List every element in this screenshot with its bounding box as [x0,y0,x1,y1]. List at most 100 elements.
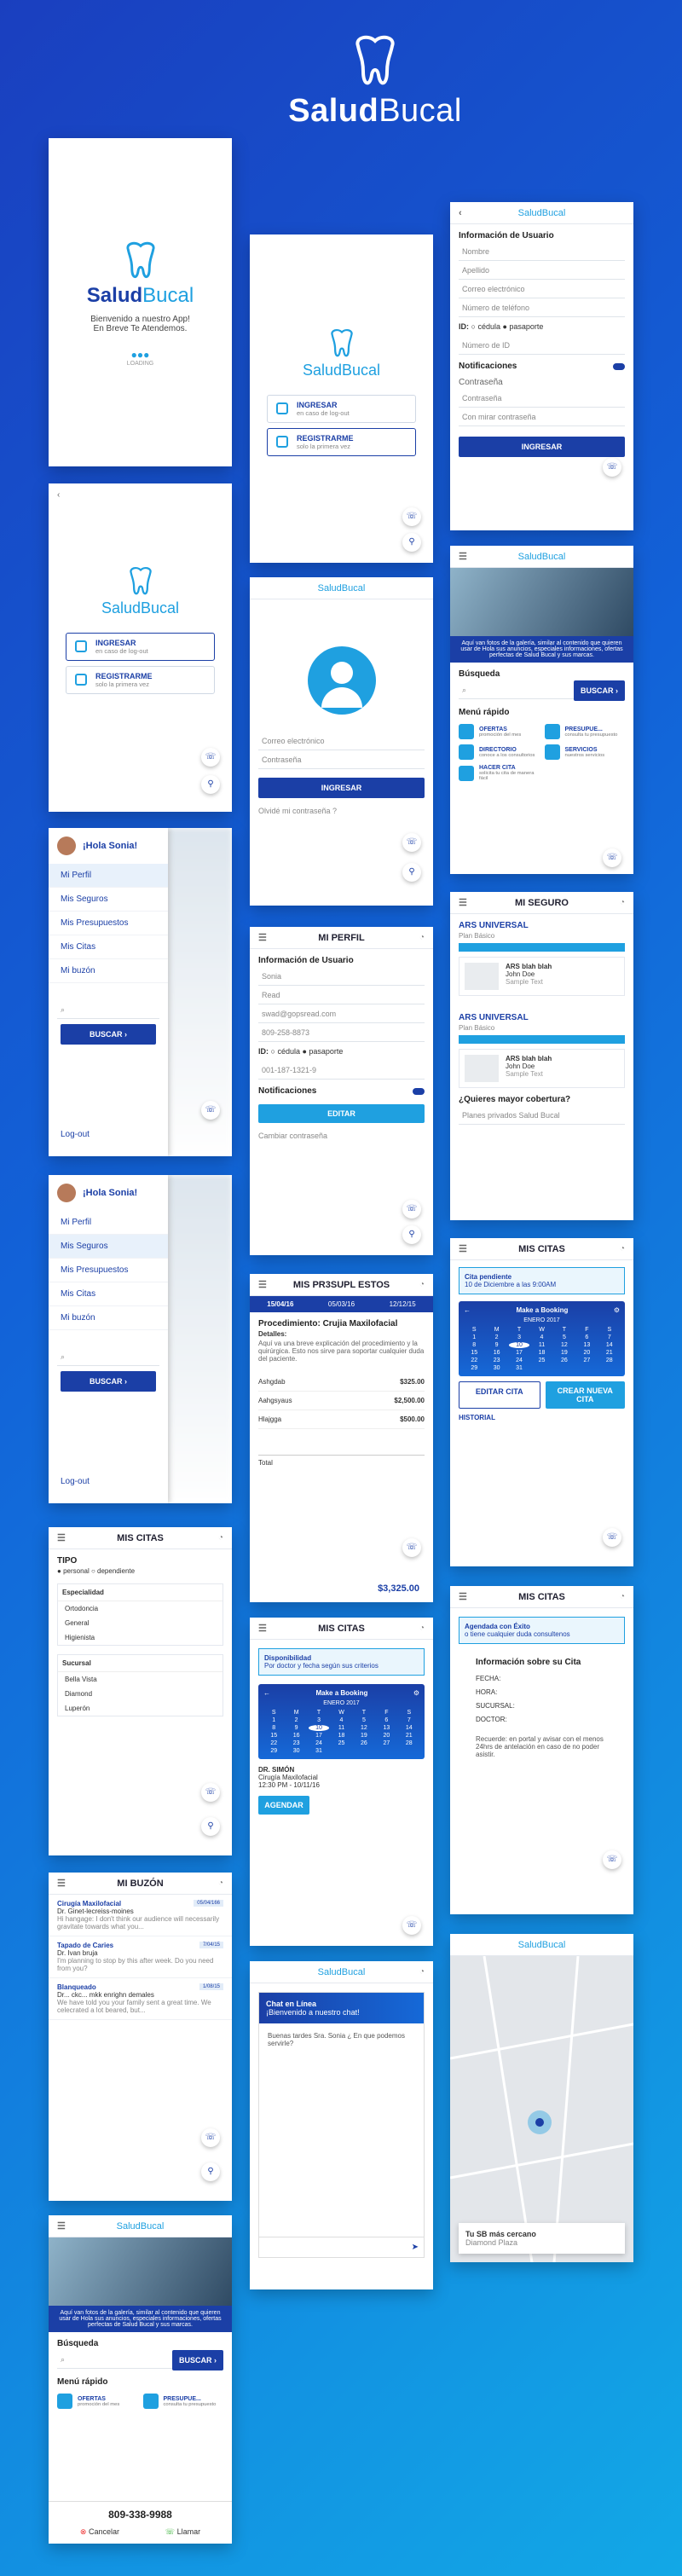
location-fab-icon[interactable]: ⚲ [402,863,421,882]
phone-fab-icon[interactable]: ☏ [603,1850,621,1869]
logout-link[interactable]: Log-out [61,1130,90,1139]
menu-icon[interactable]: ☰ [459,1591,467,1602]
id-number-field[interactable]: 001-187-1321-9 [258,1061,425,1080]
edit-appointment-button[interactable]: EDITAR CITA [459,1381,540,1409]
password-field[interactable]: Contraseña [459,389,625,408]
calendar-day[interactable]: 7 [599,1334,620,1340]
id-option-cedula[interactable]: cédula [277,1047,300,1056]
calendar-day[interactable]: 27 [376,1740,396,1746]
phone-fab-icon[interactable]: ☏ [402,1200,421,1219]
email-field[interactable]: Correo electrónico [459,280,625,298]
drawer-item-profile[interactable]: Mi Perfil [49,864,168,888]
chat-icon[interactable]: ◔ [419,1280,425,1289]
drawer-item-insurance[interactable]: Mis Seguros [49,1235,168,1259]
menu-icon[interactable]: ☰ [258,1279,267,1290]
drawer-item-profile[interactable]: Mi Perfil [49,1211,168,1235]
password-field[interactable]: Contraseña [258,750,425,769]
phone-fab-icon[interactable]: ☏ [402,1538,421,1557]
drawer-item-inbox[interactable]: Mi buzón [49,959,168,983]
quick-services[interactable]: SERVICIOS nuestros servicios [544,744,626,760]
branch-header[interactable]: Sucursal [58,1655,223,1672]
login-submit-button[interactable]: INGRESAR [258,778,425,798]
calendar-day[interactable]: 18 [331,1733,351,1739]
specialty-header[interactable]: Especialidad [58,1584,223,1601]
menu-icon[interactable]: ☰ [459,897,467,908]
id-option-passport[interactable]: pasaporte [509,322,543,331]
calendar-day[interactable]: 19 [354,1733,374,1739]
date-tab[interactable]: 12/12/15 [390,1300,416,1308]
menu-icon[interactable]: ☰ [57,1532,66,1543]
phone-fab-icon[interactable]: ☏ [402,1916,421,1935]
calendar-day[interactable]: 13 [576,1342,597,1348]
calendar-day[interactable]: 6 [376,1717,396,1723]
search-input[interactable]: ⌕ [57,2350,172,2369]
calendar-day[interactable]: 24 [309,1740,329,1746]
calendar-day[interactable]: 3 [309,1717,329,1723]
phone-fab-icon[interactable]: ☏ [603,1528,621,1547]
calendar-day[interactable]: 22 [263,1740,284,1746]
type-personal[interactable]: personal [63,1567,90,1575]
calendar-day[interactable]: 10 [508,1342,530,1348]
new-appointment-button[interactable]: CREAR NUEVA CITA [545,1381,625,1409]
chat-icon[interactable]: ◔ [419,1967,425,1977]
menu-icon[interactable]: ☰ [258,932,267,943]
calendar-day[interactable]: 26 [354,1740,374,1746]
register-cta-button[interactable]: REGISTRARME solo la primera vez [66,666,215,694]
login-cta-button[interactable]: INGRESAR en caso de log-out [267,395,416,423]
calendar-day[interactable]: 16 [286,1733,306,1739]
coverage-offer[interactable]: Planes privados Salud Bucal [459,1106,625,1125]
calendar-day[interactable]: 2 [286,1717,306,1723]
chat-icon[interactable]: ◔ [620,1244,625,1253]
notifications-toggle[interactable] [413,1088,425,1095]
back-icon[interactable]: ‹ [49,483,232,507]
calendar-day[interactable]: 25 [531,1357,552,1363]
calendar-day[interactable]: 1 [263,1717,284,1723]
phone-field[interactable]: 809-258-8873 [258,1023,425,1042]
nearest-card[interactable]: Tu SB más cercano Diamond Plaza [459,2223,625,2254]
cancel-button[interactable]: ⊗ Cancelar [80,2527,119,2537]
search-input[interactable]: ⌕ [57,1000,159,1019]
calendar-day[interactable]: 7 [399,1717,419,1723]
quick-directory[interactable]: DIRECTORIO conoce a los consultorios [459,744,540,760]
calendar-day[interactable]: 5 [554,1334,575,1340]
calendar-day[interactable]: 21 [599,1350,620,1356]
location-fab-icon[interactable]: ⚲ [201,2162,220,2181]
location-fab-icon[interactable]: ⚲ [201,775,220,794]
calendar-day[interactable]: 4 [531,1334,552,1340]
logout-link[interactable]: Log-out [61,1477,90,1486]
change-password-link[interactable]: Cambiar contraseña [258,1132,425,1140]
calendar-day[interactable]: 25 [331,1740,351,1746]
calendar[interactable]: ← Make a Booking ⚙ ENERO 2017 SMTWTFS12345… [459,1301,625,1376]
confirm-password-field[interactable]: Con mirar contraseña [459,408,625,426]
quick-budget[interactable]: PRESUPUE... consulta tu presupuesto [544,724,626,739]
register-submit-button[interactable]: INGRESAR [459,437,625,457]
phone-fab-icon[interactable]: ☏ [201,748,220,767]
calendar-day[interactable]: 17 [509,1350,529,1356]
calendar-day[interactable]: 15 [464,1350,484,1356]
calendar-day[interactable]: 24 [509,1357,529,1363]
menu-icon[interactable]: ☰ [459,551,467,562]
search-button[interactable]: BUSCAR › [61,1024,156,1045]
calendar-day[interactable]: 28 [599,1357,620,1363]
calendar-day[interactable]: 8 [464,1342,484,1348]
date-tab[interactable]: 05/03/16 [328,1300,355,1308]
calendar-day[interactable]: 12 [554,1342,575,1348]
calendar-day[interactable]: 9 [486,1342,506,1348]
calendar-day[interactable]: 29 [464,1365,484,1371]
menu-icon[interactable]: ☰ [57,1878,66,1889]
calendar-day[interactable]: 31 [309,1748,329,1754]
calendar-day[interactable]: 17 [309,1733,329,1739]
last-name-field[interactable]: Apellido [459,261,625,280]
calendar-day[interactable]: 28 [399,1740,419,1746]
type-dependent[interactable]: dependiente [97,1567,135,1575]
calendar[interactable]: ← Make a Booking ⚙ ENERO 2017 SMTWTFS12345… [258,1684,425,1759]
phone-fab-icon[interactable]: ☏ [402,833,421,852]
search-input[interactable]: ⌕ [57,1347,159,1366]
quick-offers[interactable]: OFERTAS promoción del mes [57,2394,138,2409]
mail-item[interactable]: 7/04/15 Tapado de Caries Dr. Ivan bruja I'm… [49,1936,232,1978]
menu-icon[interactable]: ☰ [57,2220,66,2232]
calendar-day[interactable]: 29 [263,1748,284,1754]
calendar-day[interactable]: 4 [331,1717,351,1723]
calendar-day[interactable]: 30 [286,1748,306,1754]
drawer-item-inbox[interactable]: Mi buzón [49,1306,168,1330]
